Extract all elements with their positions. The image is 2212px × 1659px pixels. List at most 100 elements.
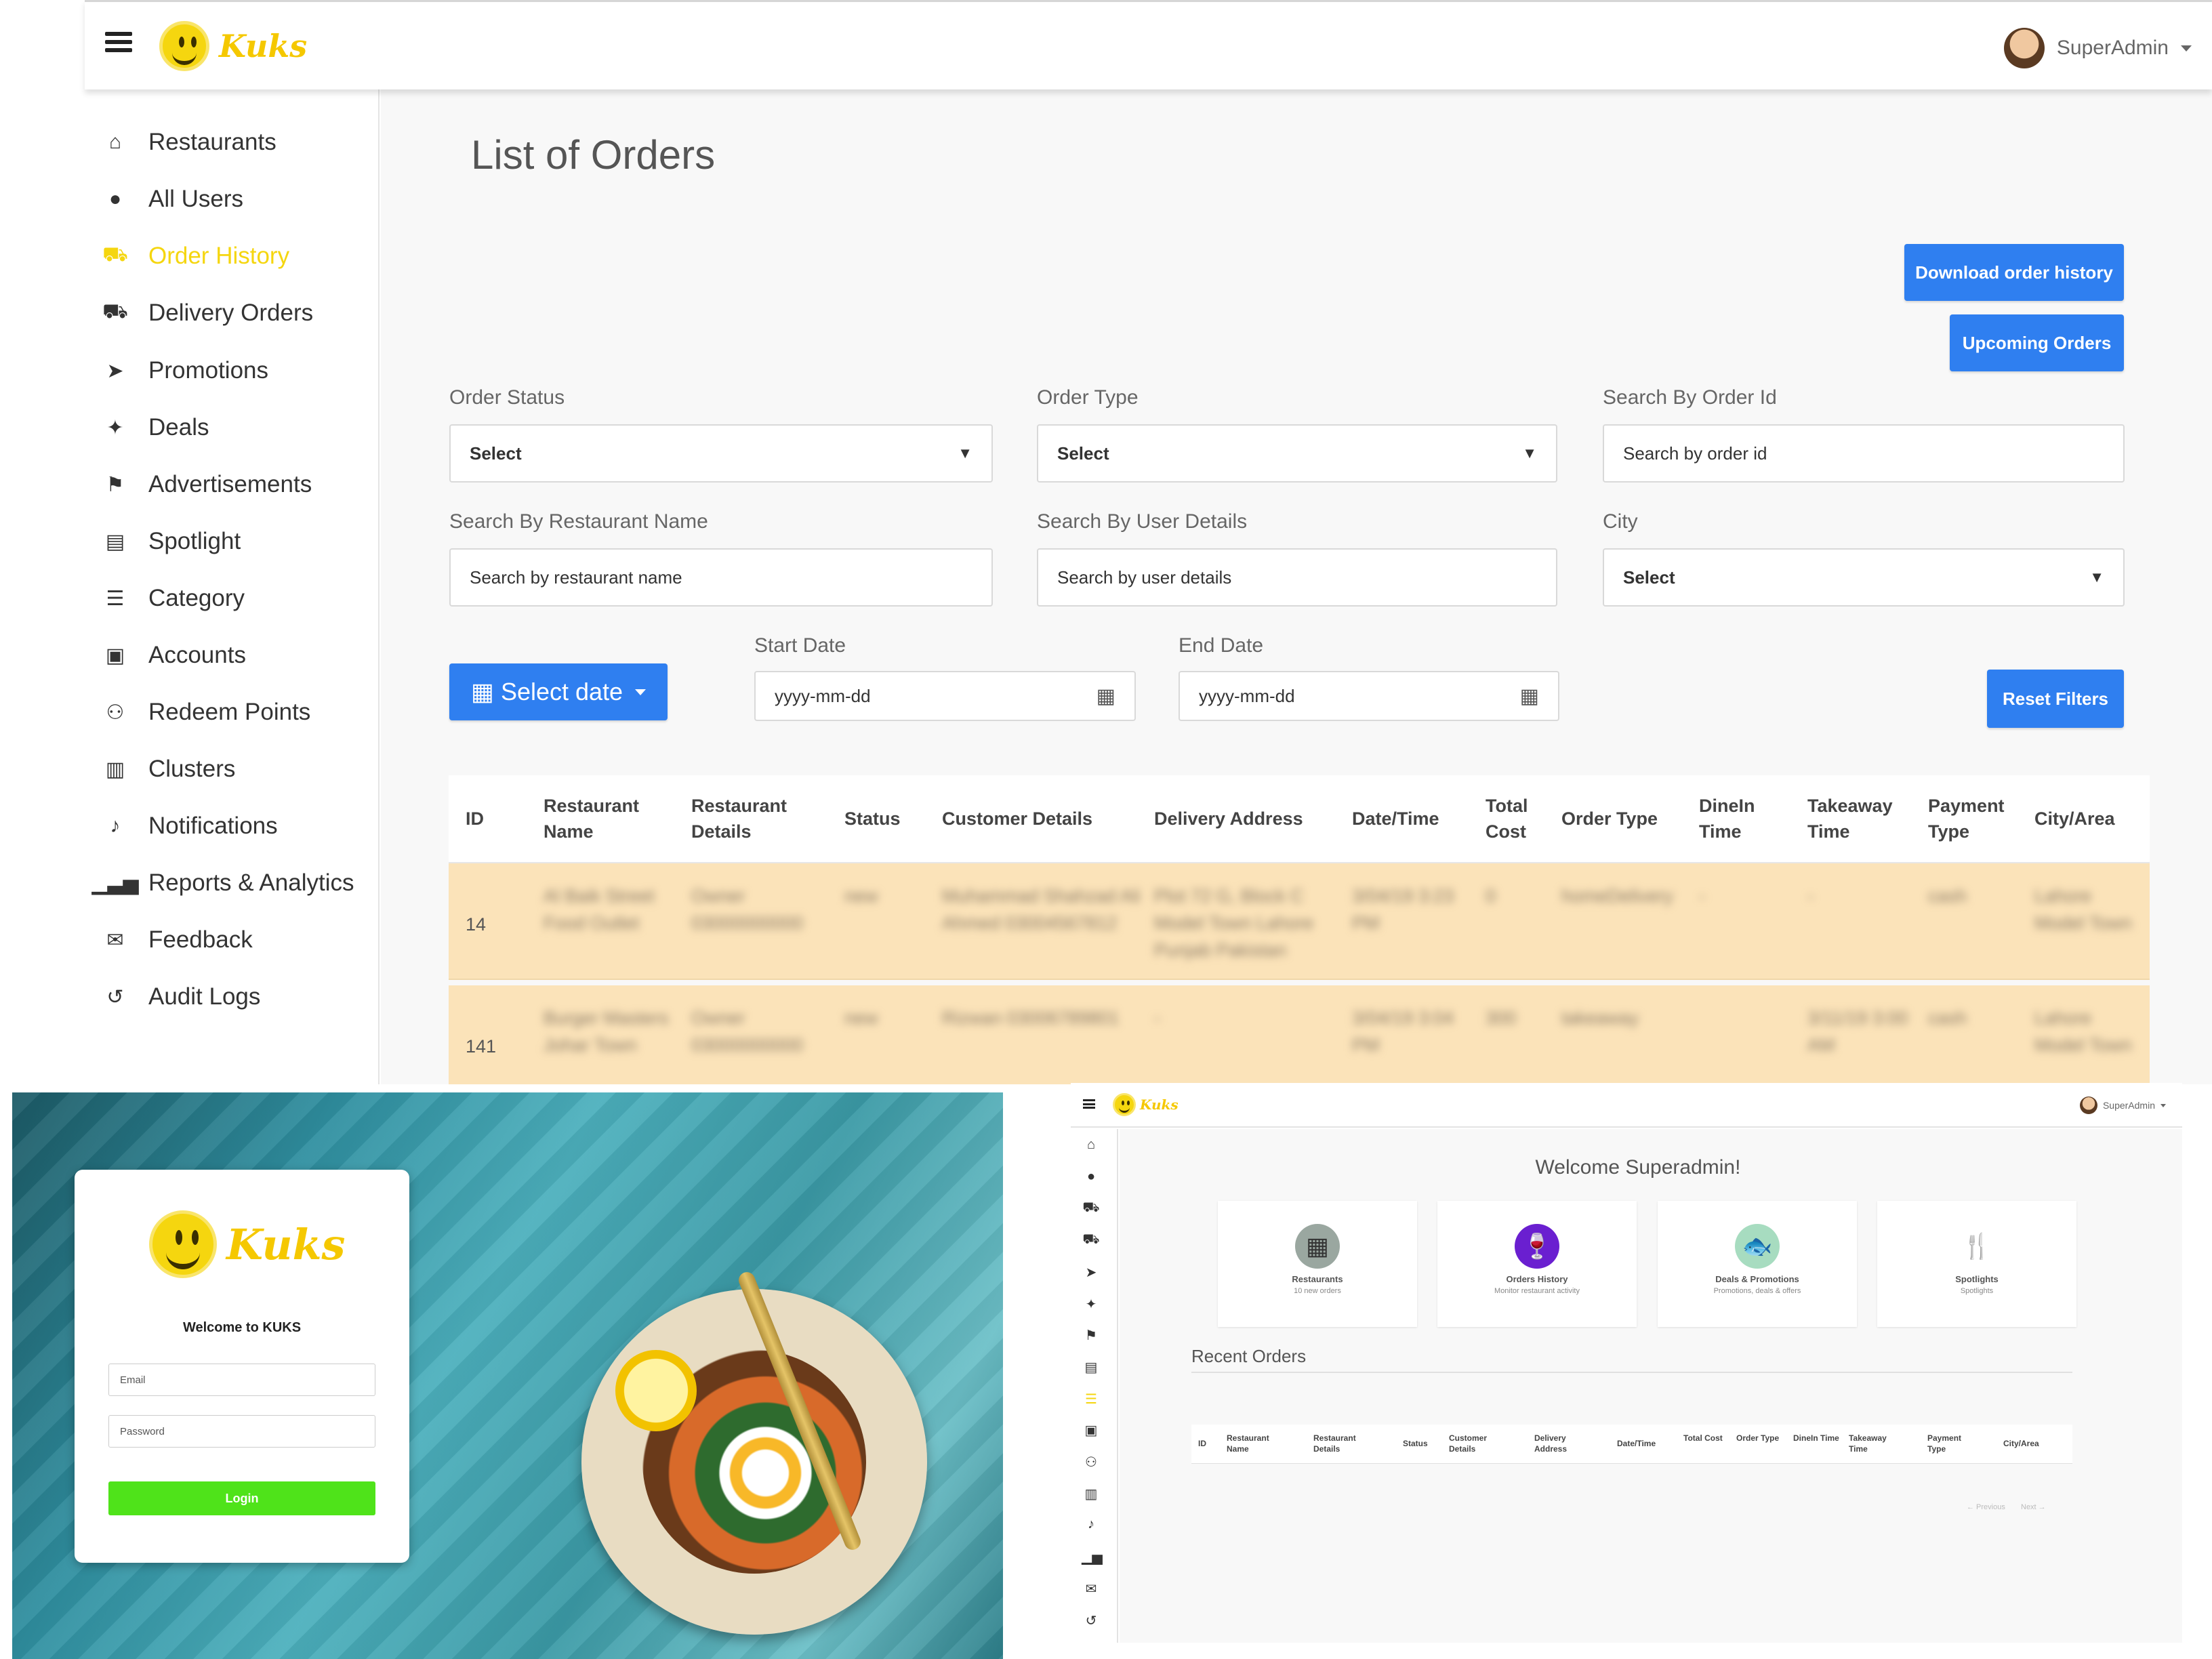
sidebar-item-redeem-points[interactable]: ⚇ Redeem Points: [104, 699, 311, 726]
bar-chart-icon[interactable]: ▁▅: [1082, 1549, 1103, 1565]
sidebar-item-reports-analytics[interactable]: ▁▃▅ Reports & Analytics: [91, 869, 354, 897]
card-spotlights[interactable]: 🍴 Spotlights Spotlights: [1877, 1201, 2076, 1327]
newspaper-icon: ▤: [105, 530, 125, 553]
bell-icon[interactable]: ♪: [1082, 1517, 1101, 1532]
hamburger-menu-icon[interactable]: [105, 32, 132, 52]
column-header[interactable]: Customer Details: [942, 806, 1145, 832]
order-id-search-input[interactable]: Search by order id: [1603, 424, 2125, 483]
sidebar-item-notifications[interactable]: ♪ Notifications: [104, 813, 278, 840]
brand-logo[interactable]: Kuks: [159, 21, 307, 71]
column-header[interactable]: Total Cost: [1486, 793, 1553, 844]
newspaper-icon[interactable]: ▤: [1082, 1359, 1101, 1376]
sitemap-icon[interactable]: ⚇: [1082, 1454, 1101, 1471]
card-deals-promotions[interactable]: 🐟 Deals & Promotions Promotions, deals & o…: [1658, 1201, 1857, 1327]
column-header[interactable]: City/Area: [2003, 1438, 2064, 1449]
column-header[interactable]: Order Type: [1736, 1433, 1790, 1443]
column-header[interactable]: Restaurant Name: [1227, 1433, 1281, 1454]
column-header[interactable]: Status: [844, 806, 933, 832]
history-icon[interactable]: ↺: [1082, 1612, 1101, 1629]
brand-logo[interactable]: Kuks: [1113, 1093, 1179, 1116]
gift-icon[interactable]: ✦: [1082, 1296, 1101, 1313]
sidebar-item-all-users[interactable]: ● All Users: [104, 186, 243, 213]
fork-knife-icon: 🍴: [1954, 1224, 1999, 1269]
column-header[interactable]: Date/Time: [1352, 806, 1474, 832]
table-row[interactable]: 141 Burger Masters Johar Town Owner 030000…: [449, 985, 2150, 1084]
card-restaurants[interactable]: ▦ Restaurants 10 new orders: [1218, 1201, 1417, 1327]
login-card: Kuks Welcome to KUKS Email Password Logi…: [75, 1170, 409, 1563]
cart-icon[interactable]: ⛟: [1082, 1232, 1101, 1249]
cart-icon[interactable]: ⛟: [1082, 1200, 1101, 1217]
dashboard-main: Welcome Superadmin! ▦ Restaurants 10 new o…: [1120, 1129, 2182, 1643]
comments-icon[interactable]: ✉: [1082, 1580, 1101, 1597]
column-header[interactable]: Delivery Address: [1534, 1433, 1589, 1454]
column-header[interactable]: Takeaway Time: [1849, 1433, 1903, 1454]
sidebar-item-delivery-orders[interactable]: ⛟ Delivery Orders: [102, 300, 313, 327]
column-header[interactable]: Total Cost: [1683, 1433, 1738, 1443]
column-header[interactable]: City/Area: [2034, 806, 2136, 832]
hamburger-menu-icon[interactable]: [1083, 1099, 1095, 1109]
sidebar-item-feedback[interactable]: ✉ Feedback: [104, 926, 253, 954]
city-select[interactable]: Select ▼: [1603, 548, 2125, 607]
sidebar-item-audit-logs[interactable]: ↺ Audit Logs: [104, 983, 260, 1010]
sidebar-item-advertisements[interactable]: ⚑ Advertisements: [104, 471, 312, 498]
column-header[interactable]: Takeaway Time: [1807, 793, 1909, 844]
password-field[interactable]: Password: [108, 1415, 375, 1448]
select-date-button[interactable]: ▦ Select date: [449, 663, 668, 720]
card-title: Deals & Promotions: [1715, 1274, 1799, 1284]
sidebar-item-promotions[interactable]: ➤ Promotions: [104, 357, 268, 384]
user-details-search-input[interactable]: Search by user details: [1037, 548, 1557, 607]
login-button[interactable]: Login: [108, 1481, 375, 1515]
server-icon[interactable]: ☰: [1082, 1391, 1101, 1408]
table-cell-id: 141: [466, 1036, 497, 1057]
sidebar-item-restaurants[interactable]: ⌂ Restaurants: [104, 129, 276, 156]
table-cell-details: Owner 03000000000: [691, 1008, 804, 1055]
sidebar-item-category[interactable]: ☰ Category: [104, 585, 245, 612]
download-order-history-button[interactable]: Download order history: [1904, 244, 2124, 301]
column-header[interactable]: Restaurant Name: [544, 793, 679, 844]
email-field[interactable]: Email: [108, 1364, 375, 1396]
order-type-select[interactable]: Select ▼: [1037, 424, 1557, 483]
card-title: Restaurants: [1292, 1274, 1343, 1284]
column-header[interactable]: DineIn Time: [1793, 1433, 1847, 1443]
column-header[interactable]: Restaurant Details: [691, 793, 827, 844]
paper-plane-icon[interactable]: ➤: [1082, 1264, 1101, 1281]
sidebar-item-order-history[interactable]: ⛟ Order History: [102, 243, 289, 270]
user-icon[interactable]: ●: [1082, 1169, 1101, 1185]
money-icon[interactable]: ▣: [1082, 1422, 1101, 1439]
column-header[interactable]: Restaurant Details: [1313, 1433, 1368, 1454]
end-date-input[interactable]: yyyy-mm-dd ▦: [1179, 671, 1559, 721]
order-status-select[interactable]: Select ▼: [449, 424, 993, 483]
home-icon[interactable]: ⌂: [1082, 1137, 1101, 1153]
column-header[interactable]: ID: [466, 806, 533, 832]
column-header[interactable]: Customer Details: [1449, 1433, 1503, 1454]
table-cell-id: 14: [466, 914, 487, 935]
column-header[interactable]: DineIn Time: [1699, 793, 1794, 844]
user-menu[interactable]: SuperAdmin: [2003, 28, 2192, 68]
start-date-input[interactable]: yyyy-mm-dd ▦: [754, 671, 1136, 721]
user-menu[interactable]: SuperAdmin: [2079, 1097, 2166, 1114]
column-header[interactable]: Payment Type: [1928, 793, 2023, 844]
upcoming-orders-button[interactable]: Upcoming Orders: [1950, 314, 2124, 371]
sidebar-item-accounts[interactable]: ▣ Accounts: [104, 642, 246, 669]
sidebar-item-label: Feedback: [148, 926, 253, 953]
column-header[interactable]: Order Type: [1561, 806, 1690, 832]
calendar-icon[interactable]: ▦: [1520, 684, 1539, 708]
table-row[interactable]: 14 Al Baik Street Food Outlet Owner 030000…: [449, 863, 2150, 980]
table-cell-datetime: 3/04/19 3:23 PM: [1352, 886, 1454, 933]
column-header[interactable]: Payment Type: [1927, 1433, 1982, 1454]
card-orders-history[interactable]: 🍷 Orders History Monitor restaurant activi…: [1437, 1201, 1637, 1327]
city-label: City: [1603, 510, 1638, 533]
pagination-previous[interactable]: ← Previous: [1967, 1503, 2005, 1511]
map-icon[interactable]: ▥: [1082, 1486, 1101, 1502]
sidebar-item-spotlight[interactable]: ▤ Spotlight: [104, 528, 241, 555]
sidebar-item-deals[interactable]: ✦ Deals: [104, 414, 209, 441]
flag-icon[interactable]: ⚑: [1082, 1327, 1101, 1344]
logo-text: Kuks: [1140, 1097, 1179, 1113]
restaurant-name-search-input[interactable]: Search by restaurant name: [449, 548, 993, 607]
sidebar-item-clusters[interactable]: ▥ Clusters: [104, 756, 236, 783]
column-header[interactable]: Date/Time: [1617, 1438, 1671, 1449]
reset-filters-button[interactable]: Reset Filters: [1987, 670, 2124, 728]
pagination-next[interactable]: Next →: [2021, 1503, 2046, 1511]
column-header[interactable]: Delivery Address: [1154, 806, 1344, 832]
calendar-icon[interactable]: ▦: [1097, 684, 1115, 708]
